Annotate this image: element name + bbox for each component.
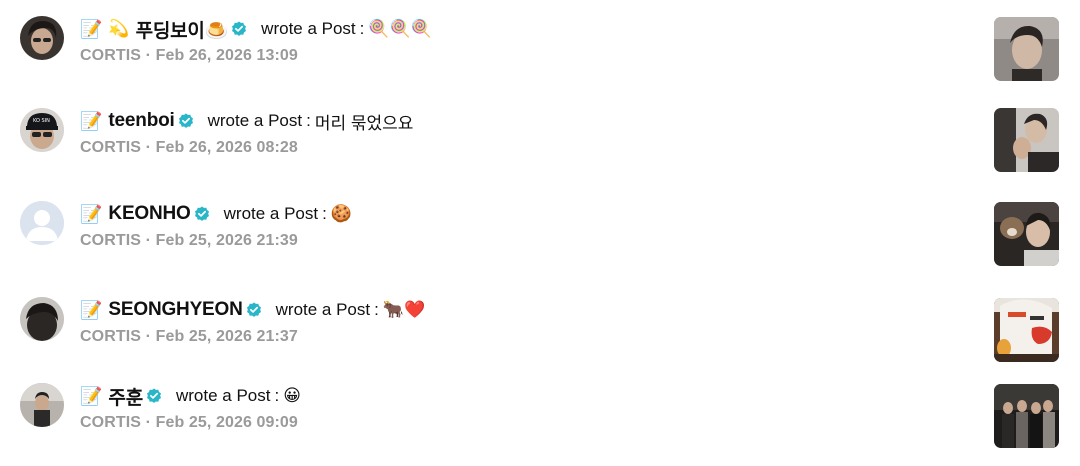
- post-thumbnail[interactable]: [994, 298, 1059, 362]
- action-text: wrote a Post: [223, 204, 319, 223]
- post-headline: 📝 KEONHO wrote a Post : 🍪: [80, 201, 352, 227]
- action-text: wrote a Post: [207, 111, 303, 130]
- feed-item[interactable]: 📝 주훈 wrote a Post : 😀 CORTIS · Feb 25, 2…: [0, 383, 1080, 449]
- group-name: CORTIS: [80, 139, 142, 156]
- post-content: 🐂❤️: [382, 300, 426, 319]
- post-meta: CORTIS · Feb 26, 2026 13:09: [80, 47, 298, 65]
- memo-icon: 📝: [80, 299, 103, 320]
- colon: :: [322, 204, 327, 223]
- verified-badge-icon: [246, 302, 261, 317]
- feed-item[interactable]: KO SIN 📝 teenboi wrote a Post : 머리 묶었으요 …: [0, 108, 1080, 174]
- post-thumbnail[interactable]: [994, 17, 1059, 81]
- timestamp: Feb 25, 2026 21:37: [155, 328, 298, 345]
- group-name: CORTIS: [80, 232, 142, 249]
- post-meta: CORTIS · Feb 25, 2026 09:09: [80, 414, 298, 432]
- feed-item[interactable]: 📝 KEONHO wrote a Post : 🍪 CORTIS · Feb 2…: [0, 201, 1080, 267]
- avatar[interactable]: [20, 383, 64, 427]
- feed-item[interactable]: 📝 SEONGHYEON wrote a Post : 🐂❤️ CORTIS ·…: [0, 297, 1080, 363]
- post-content: 🍭🍭🍭: [368, 19, 432, 38]
- meta-separator: ·: [145, 414, 152, 431]
- post-headline: 📝 주훈 wrote a Post : 😀: [80, 383, 301, 409]
- post-content: 머리 묶었으요: [314, 113, 414, 133]
- post-meta: CORTIS · Feb 25, 2026 21:37: [80, 328, 298, 346]
- avatar[interactable]: [20, 297, 64, 341]
- avatar[interactable]: [20, 16, 64, 60]
- memo-icon: 📝: [80, 203, 103, 224]
- action-text: wrote a Post: [175, 386, 271, 405]
- username[interactable]: 푸딩보이🍮: [136, 16, 229, 43]
- memo-icon: 📝: [80, 18, 103, 39]
- memo-icon: 📝: [80, 385, 103, 406]
- dizzy-icon: 💫: [108, 19, 130, 38]
- post-headline: 📝 💫 푸딩보이🍮 wrote a Post : 🍭🍭🍭: [80, 16, 432, 42]
- verified-badge-icon: [178, 113, 193, 128]
- svg-text:KO SIN: KO SIN: [33, 118, 50, 124]
- action-text: wrote a Post: [261, 19, 356, 38]
- post-thumbnail[interactable]: [994, 108, 1059, 172]
- avatar[interactable]: [20, 201, 64, 245]
- timestamp: Feb 25, 2026 09:09: [155, 414, 298, 431]
- post-content: 🍪: [330, 204, 353, 223]
- username[interactable]: SEONGHYEON: [108, 299, 242, 321]
- group-name: CORTIS: [80, 414, 142, 431]
- username[interactable]: 주훈: [108, 383, 143, 410]
- post-headline: 📝 teenboi wrote a Post : 머리 묶었으요: [80, 108, 413, 134]
- username[interactable]: KEONHO: [108, 203, 190, 225]
- meta-separator: ·: [145, 232, 152, 249]
- post-thumbnail[interactable]: [994, 202, 1059, 266]
- verified-badge-icon: [146, 388, 161, 403]
- colon: :: [374, 300, 379, 319]
- notification-feed: 📝 💫 푸딩보이🍮 wrote a Post : 🍭🍭🍭 CORTIS · Fe…: [0, 0, 1080, 466]
- post-meta: CORTIS · Feb 26, 2026 08:28: [80, 139, 298, 157]
- timestamp: Feb 26, 2026 13:09: [155, 47, 298, 64]
- group-name: CORTIS: [80, 328, 142, 345]
- avatar[interactable]: KO SIN: [20, 108, 64, 152]
- colon: :: [306, 111, 311, 130]
- timestamp: Feb 26, 2026 08:28: [155, 139, 298, 156]
- memo-icon: 📝: [80, 110, 103, 131]
- action-text: wrote a Post: [275, 300, 371, 319]
- timestamp: Feb 25, 2026 21:39: [155, 232, 298, 249]
- verified-badge-icon: [194, 206, 209, 221]
- meta-separator: ·: [145, 139, 152, 156]
- meta-separator: ·: [145, 328, 152, 345]
- post-content: 😀: [283, 386, 301, 405]
- verified-badge-icon: [232, 21, 247, 36]
- post-thumbnail[interactable]: [994, 384, 1059, 448]
- group-name: CORTIS: [80, 47, 142, 64]
- feed-item[interactable]: 📝 💫 푸딩보이🍮 wrote a Post : 🍭🍭🍭 CORTIS · Fe…: [0, 16, 1080, 82]
- colon: :: [274, 386, 280, 405]
- meta-separator: ·: [145, 47, 152, 64]
- post-headline: 📝 SEONGHYEON wrote a Post : 🐂❤️: [80, 297, 425, 323]
- colon: :: [359, 19, 365, 38]
- post-meta: CORTIS · Feb 25, 2026 21:39: [80, 232, 298, 250]
- username[interactable]: teenboi: [108, 110, 174, 132]
